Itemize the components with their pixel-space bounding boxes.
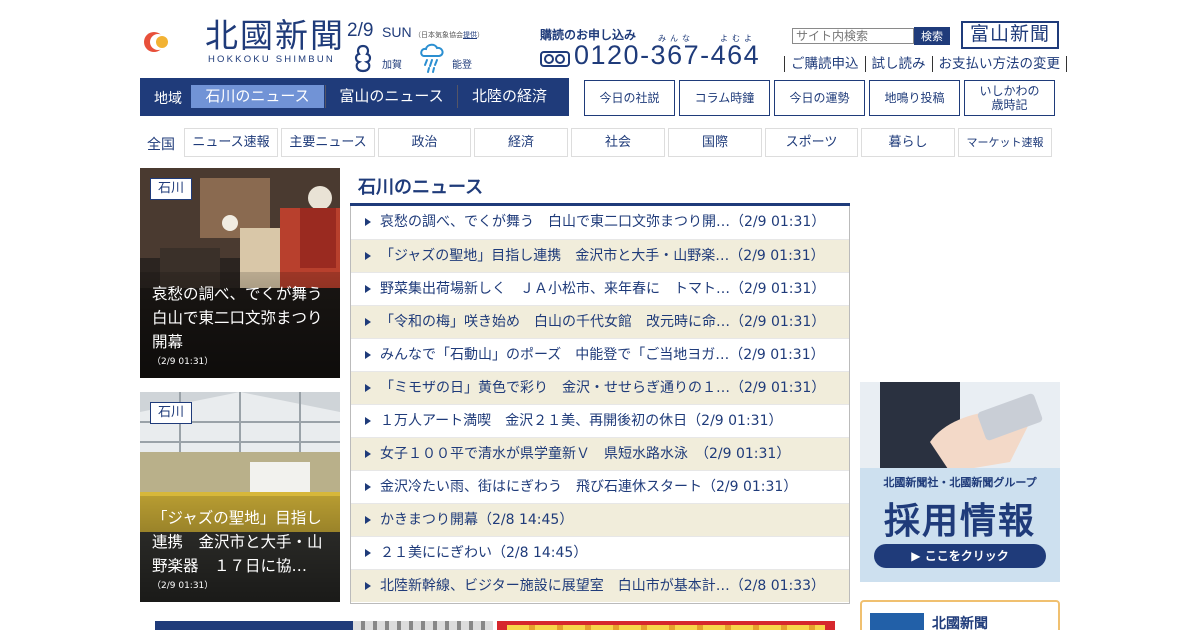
cloudy-icon: [354, 44, 372, 73]
bullet-arrow-icon: [365, 218, 371, 226]
tab-toyama-news[interactable]: 富山のニュース: [325, 85, 457, 108]
corp-logo-icon: [870, 613, 924, 630]
link-trial[interactable]: 試し読み: [864, 56, 932, 72]
photo-timestamp: （2/9 01:31）: [152, 581, 214, 591]
news-item[interactable]: 女子１００平で清水が県学童新Ｖ 県短水路水泳 （2/9 01:31）: [351, 437, 849, 470]
link-subscribe[interactable]: ご購読申込: [784, 56, 865, 72]
bullet-arrow-icon: [365, 351, 371, 359]
column-jisho-button[interactable]: コラム時鐘: [679, 80, 770, 116]
cat-living[interactable]: 暮らし: [861, 128, 955, 157]
cat-politics[interactable]: 政治: [378, 128, 471, 157]
bullet-arrow-icon: [365, 384, 371, 392]
news-item[interactable]: 金沢冷たい雨、街はにぎわう 飛び石連休スタート（2/9 01:31）: [351, 470, 849, 503]
cat-economy[interactable]: 経済: [474, 128, 568, 157]
news-list: 哀愁の調べ、でくが舞う 白山で東二口文弥まつり開…（2/9 01:31） 「ジャ…: [350, 206, 850, 604]
news-item[interactable]: みんなで「石動山」のポーズ 中能登で「ご当地ヨガ…（2/9 01:31）: [351, 338, 849, 371]
news-item[interactable]: 「ミモザの日」黄色で彩り 金沢・せせらぎ通りの１…（2/9 01:31）: [351, 371, 849, 404]
news-item[interactable]: １万人アート満喫 金沢２１美、再開後初の休日（2/9 01:31）: [351, 404, 849, 437]
cat-breaking-news[interactable]: ニュース速報: [184, 128, 278, 157]
photo-caption: 哀愁の調べ、でくが舞う 白山で東二口文弥まつり開幕 （2/9 01:31）: [140, 272, 340, 378]
search-button[interactable]: 検索: [914, 27, 950, 45]
reader-post-button[interactable]: 地鳴り投稿: [869, 80, 960, 116]
weather-day: SUN: [382, 24, 412, 40]
toyama-shimbun-button[interactable]: 富山新聞: [961, 21, 1059, 49]
horoscope-button[interactable]: 今日の運勢: [774, 80, 865, 116]
corp-name: 北國新聞: [932, 616, 988, 630]
bottom-banner-left[interactable]: [155, 621, 493, 630]
weather-credit: （日本気象協会提供）: [414, 31, 484, 39]
link-payment[interactable]: お支払い方法の変更: [931, 56, 1067, 72]
bullet-arrow-icon: [365, 516, 371, 524]
tab-ishikawa-news[interactable]: 石川のニュース: [191, 85, 324, 108]
photo-headline: 「ジャズの聖地」目指し連携 金沢市と大手・山野楽器 １７日に協…: [152, 509, 323, 575]
weather-date: 2/9: [347, 20, 374, 41]
tab-hokuriku-economy[interactable]: 北陸の経済: [457, 85, 561, 108]
news-item[interactable]: 「令和の梅」咲き始め 白山の千代女館 改元時に命…（2/9 01:31）: [351, 305, 849, 338]
region-nav-label: 地域: [154, 91, 182, 107]
cat-sports[interactable]: スポーツ: [765, 128, 858, 157]
photo-region-tag: 石川: [150, 178, 192, 200]
weather-credit-link[interactable]: 提供: [463, 31, 477, 39]
photo-card-2[interactable]: 石川 「ジャズの聖地」目指し連携 金沢市と大手・山野楽器 １７日に協… （2/9…: [140, 392, 340, 602]
bullet-arrow-icon: [365, 483, 371, 491]
corp-ad-banner[interactable]: 北國新聞: [860, 600, 1060, 630]
logo-text-en: HOKKOKU SHIMBUN: [208, 54, 335, 65]
weather-area-kaga: 加賀: [382, 60, 402, 71]
news-section-title: 石川のニュース: [358, 177, 484, 198]
site-logo[interactable]: 北國新聞 HOKKOKU SHIMBUN: [140, 16, 343, 66]
logo-text-jp: 北國新聞: [205, 16, 345, 55]
bullet-arrow-icon: [365, 549, 371, 557]
header-links: ご購読申込 試し読み お支払い方法の変更: [784, 56, 1067, 72]
cat-market[interactable]: マーケット速報: [958, 128, 1052, 157]
photo-caption: 「ジャズの聖地」目指し連携 金沢市と大手・山野楽器 １７日に協… （2/9 01…: [140, 496, 340, 602]
bullet-arrow-icon: [365, 285, 371, 293]
bullet-arrow-icon: [365, 252, 371, 260]
recruit-line-2: 採用情報: [883, 501, 1036, 542]
editorial-button[interactable]: 今日の社説: [584, 80, 675, 116]
cat-society[interactable]: 社会: [571, 128, 665, 157]
news-item[interactable]: かきまつり開幕（2/8 14:45）: [351, 503, 849, 536]
cat-top-news[interactable]: 主要ニュース: [281, 128, 375, 157]
news-item[interactable]: 哀愁の調べ、でくが舞う 白山で東二口文弥まつり開…（2/9 01:31）: [351, 206, 849, 239]
photo-card-1[interactable]: 石川 哀愁の調べ、でくが舞う 白山で東二口文弥まつり開幕 （2/9 01:31）: [140, 168, 340, 378]
category-nav-label: 全国: [147, 137, 175, 153]
recruit-ad-banner[interactable]: 北國新聞社・北國新聞グループ 採用情報 ▶ ここをクリック: [860, 382, 1060, 582]
bullet-arrow-icon: [365, 318, 371, 326]
bullet-arrow-icon: [365, 582, 371, 590]
recruit-click-button[interactable]: ▶ ここをクリック: [874, 544, 1046, 568]
photo-headline: 哀愁の調べ、でくが舞う 白山で東二口文弥まつり開幕: [152, 285, 339, 351]
region-nav: 地域 石川のニュース 富山のニュース 北陸の経済: [140, 78, 569, 116]
news-item[interactable]: 北陸新幹線、ビジター施設に展望室 白山市が基本計…（2/8 01:33）: [351, 569, 849, 602]
news-item[interactable]: 野菜集出荷場新しく ＪＡ小松市、来年春に トマト…（2/9 01:31）: [351, 272, 849, 305]
news-item[interactable]: ２１美ににぎわい（2/8 14:45）: [351, 536, 849, 569]
rain-icon: [420, 43, 444, 73]
photo-region-tag: 石川: [150, 402, 192, 424]
cat-international[interactable]: 国際: [668, 128, 762, 157]
bottom-banner-right[interactable]: [497, 621, 835, 630]
recruit-line-1: 北國新聞社・北國新聞グループ: [883, 476, 1037, 489]
weather-area-noto: 能登: [452, 60, 472, 71]
bullet-arrow-icon: [365, 417, 371, 425]
free-dial-icon: [540, 51, 570, 67]
logo-mark-icon: [144, 20, 184, 64]
news-item[interactable]: 「ジャズの聖地」目指し連携 金沢市と大手・山野楽…（2/9 01:31）: [351, 239, 849, 272]
photo-timestamp: （2/9 01:31）: [152, 357, 214, 367]
subscribe-tel[interactable]: 0120-367-464: [574, 40, 760, 71]
seasonal-calendar-button[interactable]: いしかわの 歳時記: [964, 80, 1055, 116]
bullet-arrow-icon: [365, 450, 371, 458]
search-input[interactable]: [792, 28, 914, 44]
